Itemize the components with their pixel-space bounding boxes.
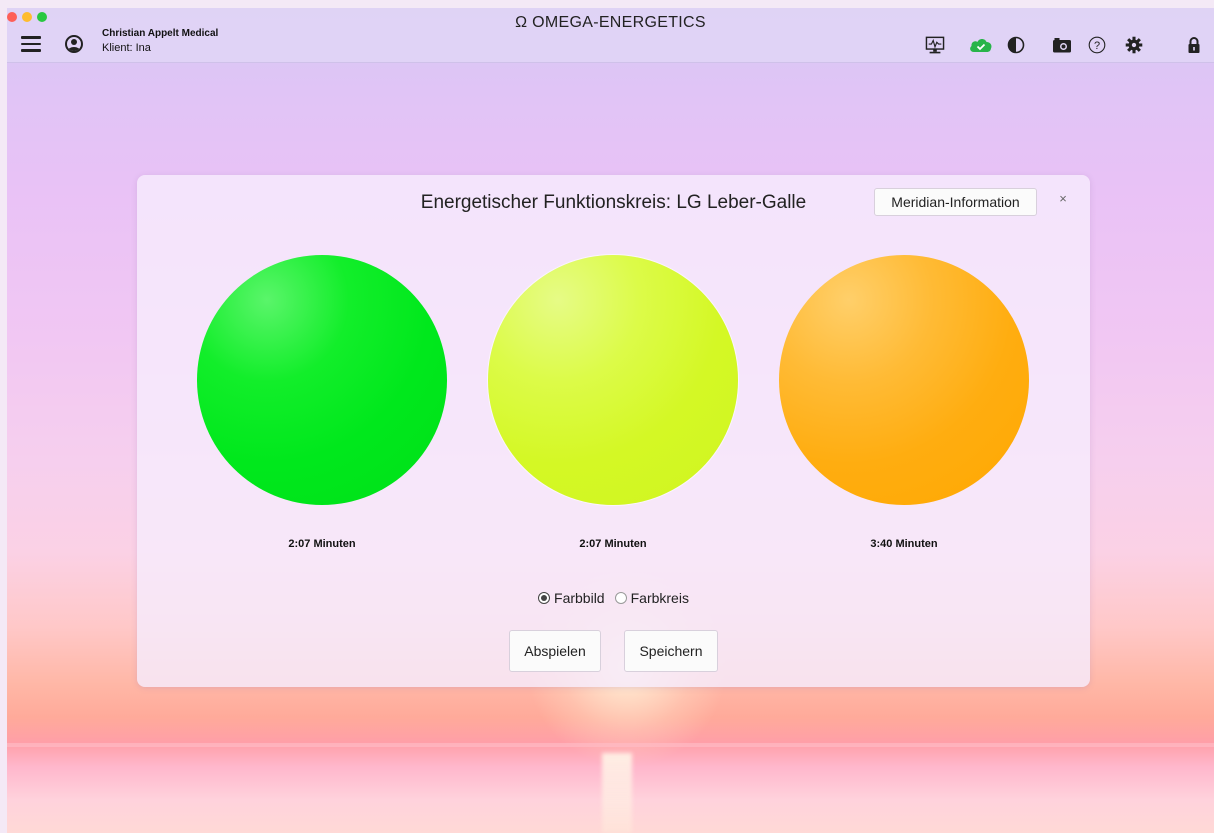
play-button[interactable]: Abspielen (509, 630, 601, 672)
background-horizon (7, 743, 1214, 747)
radio-button-farbkreis[interactable] (614, 592, 627, 604)
svg-text:?: ? (1094, 40, 1100, 52)
color-therapy-dialog: Energetischer Funktionskreis: LG Leber-G… (137, 175, 1090, 687)
color-circle-green (197, 255, 447, 505)
display-mode-radio-group: Farbbild Farbkreis (137, 590, 1090, 606)
help-icon[interactable]: ? (1088, 36, 1106, 54)
color-duration-1: 2:07 Minuten (288, 538, 356, 550)
monitor-icon[interactable] (924, 36, 946, 54)
meridian-information-button[interactable]: Meridian-Information (874, 188, 1037, 216)
hamburger-menu-icon[interactable] (21, 36, 41, 52)
color-duration-3: 3:40 Minuten (870, 538, 938, 550)
dialog-close-icon[interactable]: × (1055, 191, 1071, 211)
background-sun-reflection (602, 753, 632, 833)
contrast-icon[interactable] (1007, 36, 1025, 54)
lock-icon[interactable] (1187, 36, 1201, 54)
radio-farbbild[interactable]: Farbbild (538, 590, 605, 606)
radio-label-farbbild: Farbbild (554, 590, 605, 606)
color-circle-orange (779, 255, 1029, 505)
radio-button-farbbild[interactable] (538, 592, 551, 604)
radio-farbkreis[interactable]: Farbkreis (614, 590, 689, 606)
cloud-check-icon[interactable] (968, 36, 994, 54)
color-duration-2: 2:07 Minuten (579, 538, 647, 550)
gear-icon[interactable] (1124, 36, 1144, 54)
client-name: Klient: Ina (102, 42, 151, 54)
title-bar: Christian Appelt Medical Klient: Ina Ω O… (7, 8, 1214, 63)
color-circle-yellow-green (488, 255, 738, 505)
save-button[interactable]: Speichern (624, 630, 718, 672)
app-title: Ω OMEGA-ENERGETICS (515, 14, 706, 31)
camera-icon[interactable] (1052, 36, 1072, 54)
app-window: Christian Appelt Medical Klient: Ina Ω O… (7, 8, 1214, 833)
radio-label-farbkreis: Farbkreis (630, 590, 689, 606)
user-account-icon[interactable] (65, 35, 83, 53)
